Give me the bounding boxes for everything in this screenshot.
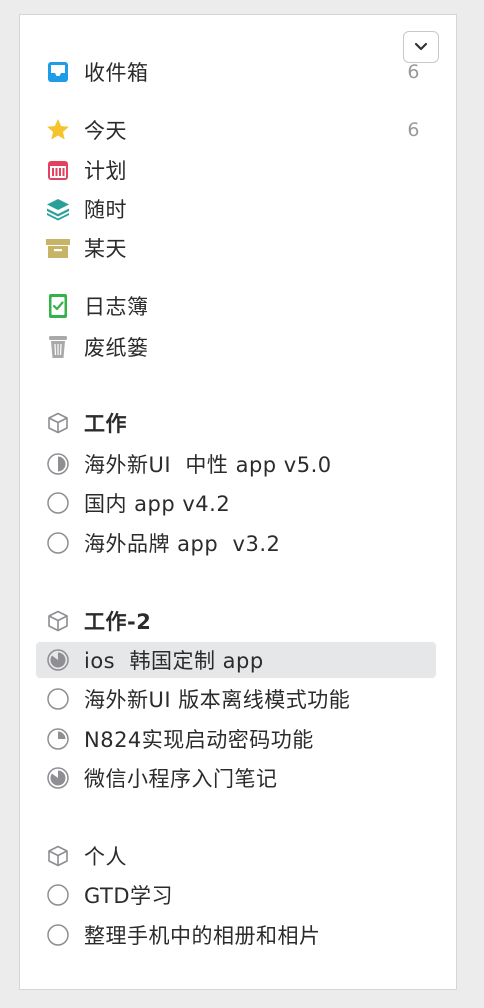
area-header[interactable]: 工作-2 [36,603,436,639]
project-item-selected[interactable]: ios 韩国定制 app [36,642,436,678]
sidebar-item-label: 废纸篓 [84,336,149,360]
star-icon [44,116,72,144]
progress-pie-icon [44,685,72,713]
project-label: ios 韩国定制 app [84,649,264,673]
area-cube-icon [44,409,72,437]
sidebar-item-today[interactable]: 今天 6 [36,112,436,148]
logbook-icon [44,292,72,320]
inbox-count: 6 [407,61,420,83]
progress-pie-icon [44,529,72,557]
area-header[interactable]: 个人 [36,838,436,874]
sidebar-item-label: 随时 [84,198,127,222]
progress-pie-icon [44,881,72,909]
layers-icon [44,195,72,223]
area-label: 工作 [84,412,127,436]
project-label: 海外新UI 版本离线模式功能 [84,688,351,712]
sidebar-item-someday[interactable]: 某天 [36,230,436,266]
trash-icon [44,333,72,361]
sidebar-item-anytime[interactable]: 随时 [36,191,436,227]
progress-pie-icon [44,764,72,792]
sidebar-item-label: 某天 [84,237,127,261]
area-label: 个人 [84,845,127,869]
progress-pie-icon [44,646,72,674]
sidebar-item-label: 日志簿 [84,295,149,319]
today-count: 6 [407,119,420,141]
project-label: 国内 app v4.2 [84,492,231,516]
project-item[interactable]: N824实现启动密码功能 [36,721,436,757]
project-label: N824实现启动密码功能 [84,728,314,752]
progress-pie-icon [44,725,72,753]
project-label: 海外品牌 app v3.2 [84,532,281,556]
project-label: 微信小程序入门笔记 [84,767,278,791]
sidebar-item-label: 收件箱 [84,61,149,85]
sidebar-item-upcoming[interactable]: 计划 [36,152,436,188]
project-item[interactable]: 海外新UI 版本离线模式功能 [36,681,436,717]
sidebar-item-inbox[interactable]: 收件箱 6 [36,54,436,90]
calendar-icon [44,156,72,184]
chevron-down-icon [414,42,428,51]
project-item[interactable]: 微信小程序入门笔记 [36,760,436,796]
project-item[interactable]: 海外新UI 中性 app v5.0 [36,446,436,482]
archive-box-icon [44,234,72,262]
sidebar-item-label: 计划 [84,159,127,183]
project-item[interactable]: 国内 app v4.2 [36,485,436,521]
area-label: 工作-2 [84,610,152,634]
sidebar-item-label: 今天 [84,119,127,143]
sidebar-item-logbook[interactable]: 日志簿 [36,288,436,324]
project-item[interactable]: 海外品牌 app v3.2 [36,525,436,561]
project-label: 海外新UI 中性 app v5.0 [84,453,332,477]
inbox-icon [44,58,72,86]
project-item[interactable]: 整理手机中的相册和相片 [36,917,436,953]
area-cube-icon [44,842,72,870]
sidebar-item-trash[interactable]: 废纸篓 [36,329,436,365]
progress-pie-icon [44,921,72,949]
project-label: GTD学习 [84,884,174,908]
area-cube-icon [44,607,72,635]
project-item[interactable]: GTD学习 [36,877,436,913]
project-label: 整理手机中的相册和相片 [84,924,321,948]
progress-pie-icon [44,450,72,478]
area-header[interactable]: 工作 [36,405,436,441]
progress-pie-icon [44,489,72,517]
